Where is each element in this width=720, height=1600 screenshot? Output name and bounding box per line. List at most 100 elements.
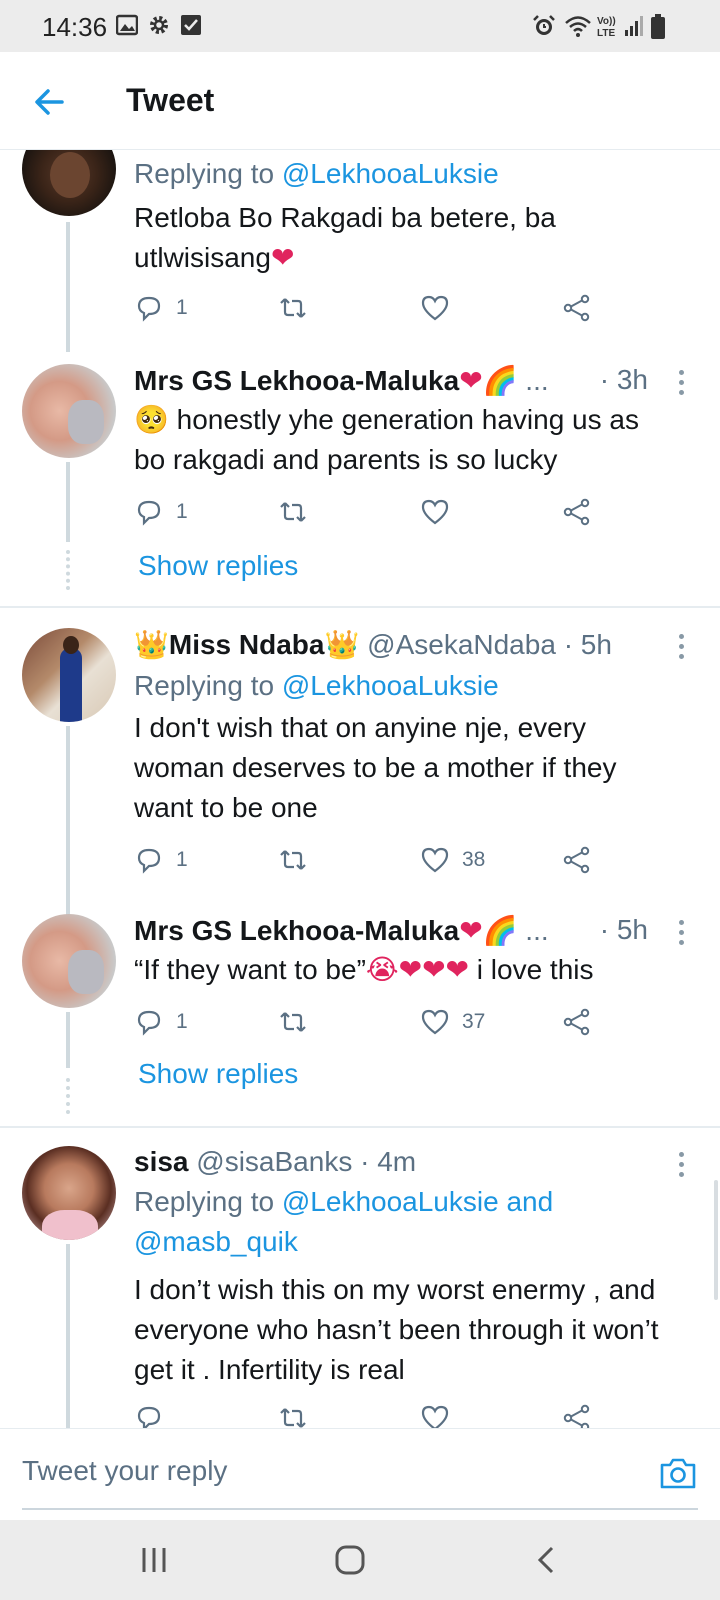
battery-icon bbox=[651, 14, 665, 39]
thread-line bbox=[66, 1012, 70, 1068]
mention-link[interactable]: @LekhooaLuksie bbox=[282, 158, 499, 189]
reply-button[interactable]: 1 bbox=[134, 842, 188, 878]
replying-to: Replying to @LekhooaLuksie bbox=[134, 158, 499, 189]
scrollbar[interactable] bbox=[714, 1180, 718, 1300]
share-icon bbox=[563, 1008, 590, 1036]
reply-icon bbox=[137, 1010, 161, 1036]
tweet[interactable]: 👑Miss Ndaba👑 @AsekaNdaba · 5h Replying t… bbox=[0, 628, 720, 916]
more-options-button[interactable] bbox=[676, 920, 686, 948]
more-options-button[interactable] bbox=[676, 370, 686, 398]
share-button[interactable] bbox=[562, 1004, 592, 1040]
tweet[interactable]: Mrs GS Lekhooa-Maluka❤🌈 ... · 3h 🥺 hones… bbox=[0, 364, 720, 596]
display-name[interactable]: Mrs GS Lekhooa-Maluka bbox=[134, 365, 459, 396]
like-button[interactable] bbox=[420, 494, 450, 530]
arrow-left-icon[interactable] bbox=[28, 80, 72, 124]
system-nav-bar bbox=[0, 1520, 720, 1600]
avatar[interactable] bbox=[22, 150, 116, 216]
tweet-text: I don’t wish this on my worst enermy , a… bbox=[134, 1274, 659, 1385]
retweet-icon bbox=[280, 298, 306, 318]
share-button[interactable] bbox=[562, 494, 592, 530]
reply-underline bbox=[22, 1508, 698, 1510]
user-handle[interactable]: @sisaBanks bbox=[196, 1146, 352, 1177]
home-icon[interactable] bbox=[330, 1542, 370, 1578]
volte-icon: Vo))LTE bbox=[597, 16, 616, 39]
retweet-button[interactable] bbox=[278, 290, 308, 326]
thread-line bbox=[66, 462, 70, 542]
header: Tweet bbox=[0, 52, 720, 150]
wifi-icon bbox=[565, 16, 591, 37]
display-name[interactable]: Mrs GS Lekhooa-Maluka bbox=[134, 915, 459, 946]
heart-icon bbox=[421, 1405, 449, 1428]
camera-icon[interactable] bbox=[658, 1453, 698, 1493]
gear-icon bbox=[150, 16, 168, 34]
heart-icon bbox=[421, 1009, 449, 1035]
retweet-button[interactable] bbox=[278, 842, 308, 878]
timestamp[interactable]: · 4m bbox=[360, 1146, 416, 1177]
tweet-actions: 1 37 bbox=[134, 1004, 604, 1040]
retweet-icon bbox=[280, 850, 306, 870]
tweet[interactable]: sisa @sisaBanks · 4m Replying to @Lekhoo… bbox=[0, 1146, 720, 1428]
like-button[interactable]: 38 bbox=[420, 842, 485, 878]
like-button[interactable] bbox=[420, 290, 450, 326]
tweet-header: Mrs GS Lekhooa-Maluka❤🌈 ... bbox=[134, 364, 549, 397]
user-handle[interactable]: @AsekaNdaba bbox=[367, 629, 556, 660]
divider bbox=[0, 1126, 720, 1128]
reply-button[interactable]: 1 bbox=[134, 494, 188, 530]
retweet-icon bbox=[280, 502, 306, 522]
tweet-text: “If they want to be”😭❤❤❤ i love this bbox=[134, 953, 594, 986]
more-options-button[interactable] bbox=[676, 634, 686, 662]
thread-continuation bbox=[66, 550, 70, 590]
reply-timeline[interactable]: Replying to @LekhooaLuksie Retloba Bo Ra… bbox=[0, 150, 720, 1428]
replying-to: Replying to @LekhooaLuksie bbox=[134, 670, 499, 701]
share-button[interactable] bbox=[562, 842, 592, 878]
like-button[interactable]: 37 bbox=[420, 1004, 485, 1040]
tweet-actions bbox=[134, 1400, 604, 1428]
avatar[interactable] bbox=[22, 914, 116, 1008]
thread-line bbox=[66, 726, 70, 916]
tweet-actions: 1 bbox=[134, 290, 604, 326]
reply-icon bbox=[137, 500, 161, 526]
reply-button[interactable]: 1 bbox=[134, 290, 188, 326]
back-icon[interactable] bbox=[528, 1542, 568, 1578]
mention-link[interactable]: @LekhooaLuksie and bbox=[282, 1186, 553, 1217]
recent-apps-icon[interactable] bbox=[134, 1542, 174, 1578]
timestamp[interactable]: · 5h bbox=[600, 914, 648, 946]
share-icon bbox=[563, 294, 590, 322]
reply-icon bbox=[137, 1406, 161, 1428]
share-icon bbox=[563, 498, 590, 526]
avatar[interactable] bbox=[22, 364, 116, 458]
show-replies-link[interactable]: Show replies bbox=[138, 550, 298, 582]
avatar[interactable] bbox=[22, 1146, 116, 1240]
status-bar: 14:36 Vo)) LTE bbox=[0, 0, 720, 52]
check-box-icon bbox=[181, 15, 201, 35]
retweet-icon bbox=[280, 1408, 306, 1428]
reply-icon bbox=[137, 296, 161, 322]
avatar[interactable] bbox=[22, 628, 116, 722]
share-icon bbox=[563, 846, 590, 874]
share-button[interactable] bbox=[562, 290, 592, 326]
retweet-button[interactable] bbox=[278, 494, 308, 530]
timestamp[interactable]: · 5h bbox=[564, 629, 612, 660]
status-time: 14:36 bbox=[42, 12, 108, 42]
retweet-button[interactable] bbox=[278, 1004, 308, 1040]
mention-link[interactable]: @masb_quik bbox=[134, 1226, 298, 1257]
tweet[interactable]: Mrs GS Lekhooa-Maluka❤🌈 ... · 5h “If the… bbox=[0, 914, 720, 1114]
tweet-actions: 1 38 bbox=[134, 842, 604, 878]
show-replies-link[interactable]: Show replies bbox=[138, 1058, 298, 1090]
reply-button[interactable]: 1 bbox=[134, 1004, 188, 1040]
alarm-icon bbox=[533, 15, 555, 35]
timestamp[interactable]: · 3h bbox=[600, 364, 648, 396]
mention-link[interactable]: @LekhooaLuksie bbox=[282, 670, 499, 701]
reply-button[interactable] bbox=[134, 1400, 164, 1428]
like-button[interactable] bbox=[420, 1400, 450, 1428]
tweet[interactable]: Replying to @LekhooaLuksie Retloba Bo Ra… bbox=[0, 150, 720, 352]
reply-input[interactable]: Tweet your reply bbox=[22, 1455, 227, 1487]
share-button[interactable] bbox=[562, 1400, 592, 1428]
retweet-icon bbox=[280, 1012, 306, 1032]
tweet-header: Mrs GS Lekhooa-Maluka❤🌈 ... bbox=[134, 914, 549, 947]
display-name[interactable]: sisa bbox=[134, 1146, 189, 1177]
display-name[interactable]: Miss Ndaba bbox=[169, 629, 325, 660]
retweet-button[interactable] bbox=[278, 1400, 308, 1428]
image-icon bbox=[116, 14, 138, 36]
more-options-button[interactable] bbox=[676, 1152, 686, 1180]
